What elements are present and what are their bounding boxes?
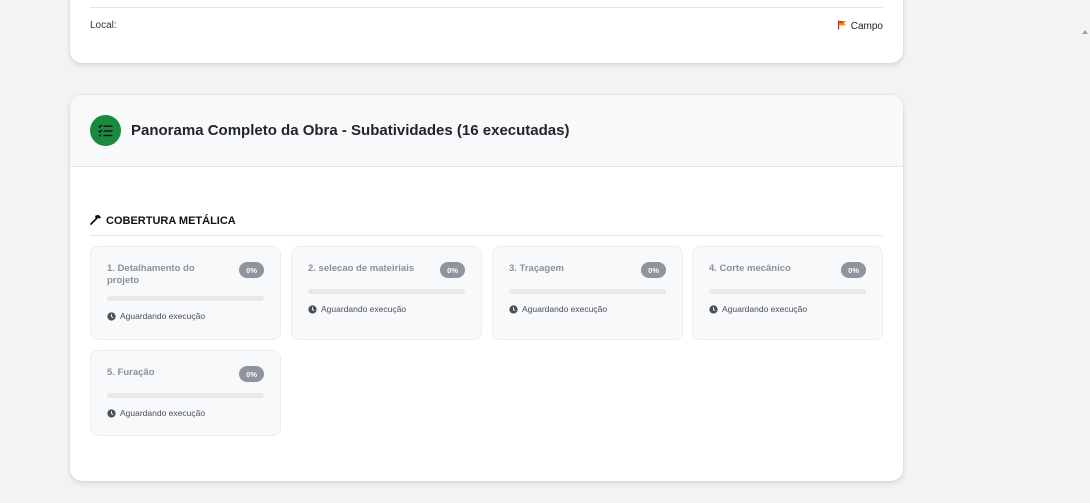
hammer-icon [90, 214, 102, 228]
divider [90, 7, 883, 8]
status-text: Aguardando execução [321, 304, 407, 314]
status-line: Aguardando execução [709, 304, 807, 314]
status-line: Aguardando execução [509, 304, 607, 314]
local-label: Local: [90, 20, 117, 31]
progress-bar [509, 289, 666, 294]
subactivity-card[interactable]: 1. Detalhamento do projeto 0% Aguardando… [90, 246, 281, 340]
status-line: Aguardando execução [308, 304, 406, 314]
panorama-title: Panorama Completo da Obra - Subatividade… [131, 122, 570, 139]
clock-icon [107, 311, 116, 321]
status-text: Aguardando execução [522, 304, 608, 314]
section-divider [90, 235, 883, 236]
subactivity-name: 4. Corte mecânico [709, 263, 791, 274]
panorama-header: Panorama Completo da Obra - Subatividade… [70, 95, 903, 167]
checklist-icon [90, 115, 121, 146]
info-card: Local: Campo [70, 0, 903, 63]
subactivity-card[interactable]: 2. selecao de mateiriais 0% Aguardando e… [291, 246, 482, 340]
percent-badge: 0% [641, 262, 666, 278]
progress-bar [709, 289, 866, 294]
progress-bar [107, 393, 264, 398]
status-text: Aguardando execução [722, 304, 808, 314]
subactivity-card[interactable]: 5. Furação 0% Aguardando execução [90, 350, 281, 436]
percent-badge: 0% [440, 262, 465, 278]
campo-indicator: Campo [837, 20, 883, 33]
status-text: Aguardando execução [120, 311, 206, 321]
section-title: COBERTURA METÁLICA [106, 215, 236, 227]
status-line: Aguardando execução [107, 408, 205, 418]
section-header: COBERTURA METÁLICA [90, 214, 236, 228]
status-line: Aguardando execução [107, 311, 205, 321]
subactivity-name: 2. selecao de mateiriais [308, 263, 415, 274]
subactivity-name: 1. Detalhamento do projeto [107, 263, 195, 286]
clock-icon [509, 304, 518, 314]
progress-bar [308, 289, 465, 294]
progress-bar [107, 296, 264, 301]
scroll-up-arrow-icon[interactable] [1082, 30, 1088, 34]
panorama-card: Panorama Completo da Obra - Subatividade… [70, 95, 903, 481]
flag-icon [837, 20, 847, 33]
subactivity-name: 5. Furação [107, 367, 155, 378]
subactivity-card[interactable]: 4. Corte mecânico 0% Aguardando execução [692, 246, 883, 340]
campo-label: Campo [850, 21, 883, 32]
subactivity-card[interactable]: 3. Traçagem 0% Aguardando execução [492, 246, 683, 340]
clock-icon [107, 408, 116, 418]
percent-badge: 0% [841, 262, 866, 278]
percent-badge: 0% [239, 366, 264, 382]
percent-badge: 0% [239, 262, 264, 278]
clock-icon [308, 304, 317, 314]
scrollbar[interactable] [1080, 0, 1090, 503]
subactivity-name: 3. Traçagem [509, 263, 564, 274]
status-text: Aguardando execução [120, 408, 206, 418]
clock-icon [709, 304, 718, 314]
